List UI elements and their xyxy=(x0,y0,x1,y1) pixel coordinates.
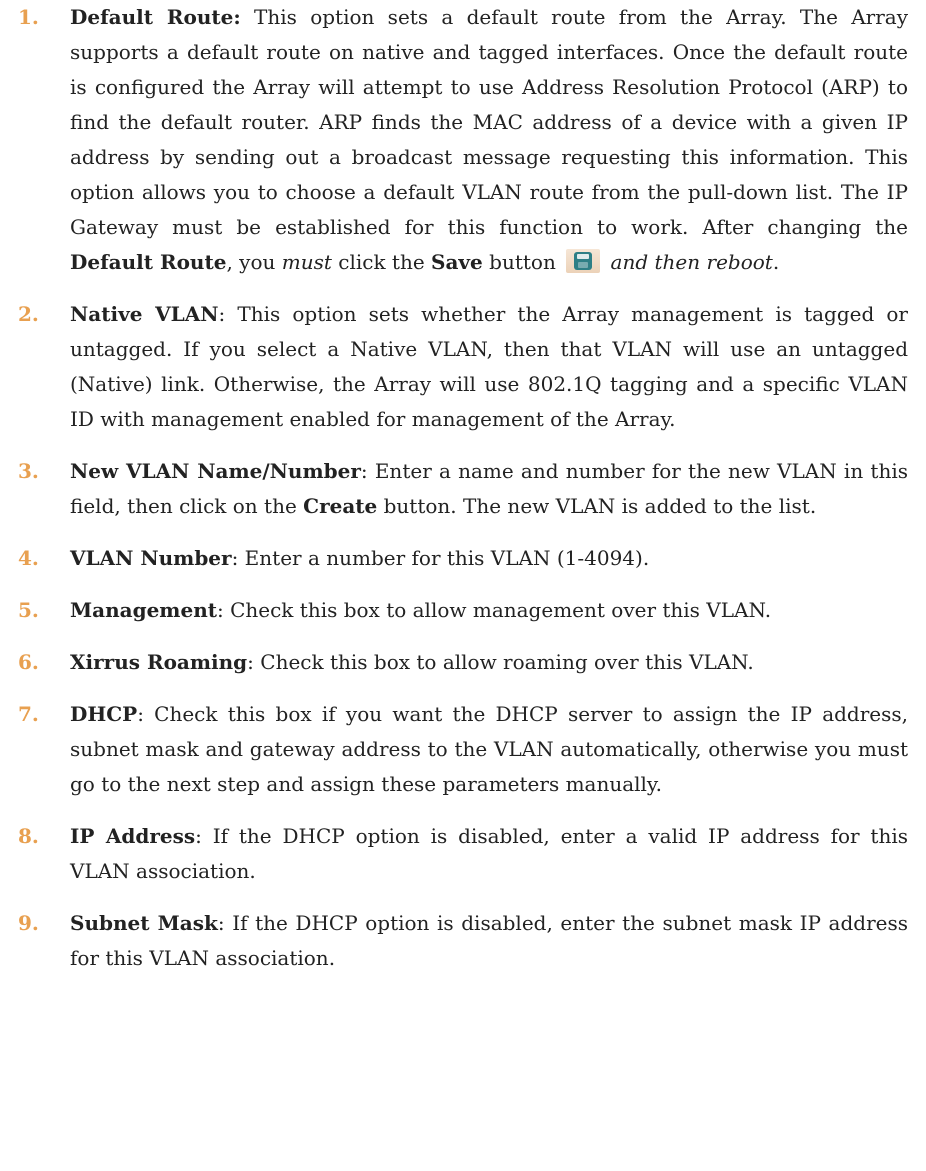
list-item: 9. Subnet Mask: If the DHCP option is dis… xyxy=(18,906,908,976)
list-item: 6. Xirrus Roaming: Check this box to allo… xyxy=(18,645,908,680)
bold-term: IP Address xyxy=(70,824,196,848)
body-text: : Check this box to allow roaming over t… xyxy=(247,650,754,674)
bold-term: VLAN Number xyxy=(70,546,232,570)
list-item: 2. Native VLAN: This option sets whether … xyxy=(18,297,908,437)
step-number: 6. xyxy=(18,650,39,674)
step-number: 4. xyxy=(18,546,39,570)
body-text: , you xyxy=(226,250,282,274)
body-text: : Enter a number for this VLAN (1-4094). xyxy=(231,546,650,570)
bold-term: Xirrus Roaming xyxy=(70,650,248,674)
step-text: Subnet Mask: If the DHCP option is disab… xyxy=(70,906,908,976)
body-text: button. The new VLAN is added to the lis… xyxy=(377,494,817,518)
body-text: : Check this box to allow management ove… xyxy=(216,598,772,622)
body-text: . xyxy=(772,250,780,274)
list-item: 1. Default Route: This option sets a defa… xyxy=(18,0,908,280)
step-text: IP Address: If the DHCP option is disabl… xyxy=(70,819,908,889)
list-item: 5. Management: Check this box to allow ma… xyxy=(18,593,908,628)
bold-term: Create xyxy=(303,494,378,518)
bold-term: New VLAN Name/Number xyxy=(70,459,361,483)
step-text: Xirrus Roaming: Check this box to allow … xyxy=(70,645,908,680)
bold-term: Native VLAN xyxy=(70,302,219,326)
step-text: VLAN Number: Enter a number for this VLA… xyxy=(70,541,908,576)
bold-term: Save xyxy=(431,250,483,274)
bold-term: Subnet Mask xyxy=(70,911,218,935)
bold-term: Default Route xyxy=(70,250,227,274)
step-number: 1. xyxy=(18,5,39,29)
body-text: click the xyxy=(331,250,432,274)
step-text: Management: Check this box to allow mana… xyxy=(70,593,908,628)
body-text: : Check this box if you want the DHCP se… xyxy=(70,702,908,796)
step-number: 2. xyxy=(18,302,39,326)
list-item: 8. IP Address: If the DHCP option is disa… xyxy=(18,819,908,889)
step-text: Native VLAN: This option sets whether th… xyxy=(70,297,908,437)
step-text: Default Route: This option sets a defaul… xyxy=(70,0,908,280)
step-number: 7. xyxy=(18,702,39,726)
step-text: New VLAN Name/Number: Enter a name and n… xyxy=(70,454,908,524)
list-item: 3. New VLAN Name/Number: Enter a name and… xyxy=(18,454,908,524)
step-number: 8. xyxy=(18,824,39,848)
body-text: button xyxy=(482,250,563,274)
list-item: 4. VLAN Number: Enter a number for this V… xyxy=(18,541,908,576)
bold-term: Default Route: xyxy=(70,5,241,29)
step-number: 9. xyxy=(18,911,39,935)
step-number: 3. xyxy=(18,459,39,483)
emphasis-text: and then reboot xyxy=(610,250,773,274)
document-page: 1. Default Route: This option sets a defa… xyxy=(0,0,926,1171)
bold-term: Management xyxy=(70,598,217,622)
body-text: : If the DHCP option is disabled, enter … xyxy=(70,824,909,883)
body-text: This option sets a default route from th… xyxy=(70,5,908,239)
emphasis-text: must xyxy=(281,250,332,274)
steps-list: 1. Default Route: This option sets a defa… xyxy=(18,0,908,976)
save-icon xyxy=(566,249,601,273)
bold-term: DHCP xyxy=(70,702,138,726)
list-item: 7. DHCP: Check this box if you want the D… xyxy=(18,697,908,802)
step-text: DHCP: Check this box if you want the DHC… xyxy=(70,697,908,802)
step-number: 5. xyxy=(18,598,39,622)
